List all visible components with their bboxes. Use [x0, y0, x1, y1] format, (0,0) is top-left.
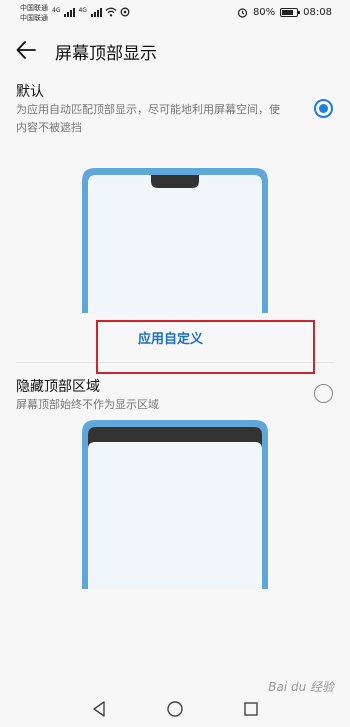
- notch: [151, 175, 199, 188]
- status-right: 80% 08:08: [237, 7, 332, 18]
- battery-fill: [282, 10, 294, 15]
- data-saver-icon: [120, 7, 130, 17]
- back-triangle-icon[interactable]: [90, 700, 108, 718]
- network-tag-2: 4G: [78, 7, 87, 14]
- carrier-names: 中国联通 中国联通: [20, 3, 48, 23]
- back-button[interactable]: [14, 38, 38, 62]
- page-title: 屏幕顶部显示: [55, 44, 157, 64]
- navigation-bar: [0, 692, 350, 727]
- battery-percent: 80%: [252, 7, 276, 18]
- carrier-1: 中国联通: [20, 4, 48, 12]
- phone-screen: [88, 175, 262, 313]
- signal-icon: [64, 7, 76, 17]
- alarm-icon: [237, 8, 248, 18]
- option-default-description: 为应用自动匹配顶部显示，尽可能地利用屏幕空间，使内容不被遮挡: [16, 103, 280, 134]
- radio-hide-top[interactable]: [314, 384, 333, 403]
- battery-icon: [280, 8, 301, 17]
- carrier-2: 中国联通: [20, 14, 48, 22]
- app-custom-link[interactable]: 应用自定义: [138, 328, 203, 347]
- phone-screen: [88, 442, 262, 589]
- wifi-icon: [105, 7, 117, 17]
- home-circle-icon[interactable]: [166, 700, 184, 718]
- recents-square-icon[interactable]: [242, 700, 260, 718]
- header: 屏幕顶部显示: [0, 30, 350, 70]
- status-bar: 中国联通 中国联通 4G 4G 80% 08:08: [0, 0, 350, 28]
- hide-top-phone-illustration: [82, 420, 268, 589]
- radio-default[interactable]: [314, 99, 333, 118]
- default-phone-illustration: [82, 168, 268, 313]
- arrow-left-icon: [16, 41, 36, 59]
- option-default-title: 默认: [16, 84, 44, 100]
- signal-icon: [90, 7, 102, 17]
- signal-group: 4G 4G: [52, 7, 130, 17]
- option-hide-description: 屏幕顶部始终不作为显示区域: [16, 398, 159, 411]
- option-hide-title: 隐藏顶部区域: [16, 379, 100, 395]
- highlight-annotation: [96, 320, 315, 374]
- network-tag-1: 4G: [52, 7, 61, 14]
- clock: 08:08: [303, 7, 332, 18]
